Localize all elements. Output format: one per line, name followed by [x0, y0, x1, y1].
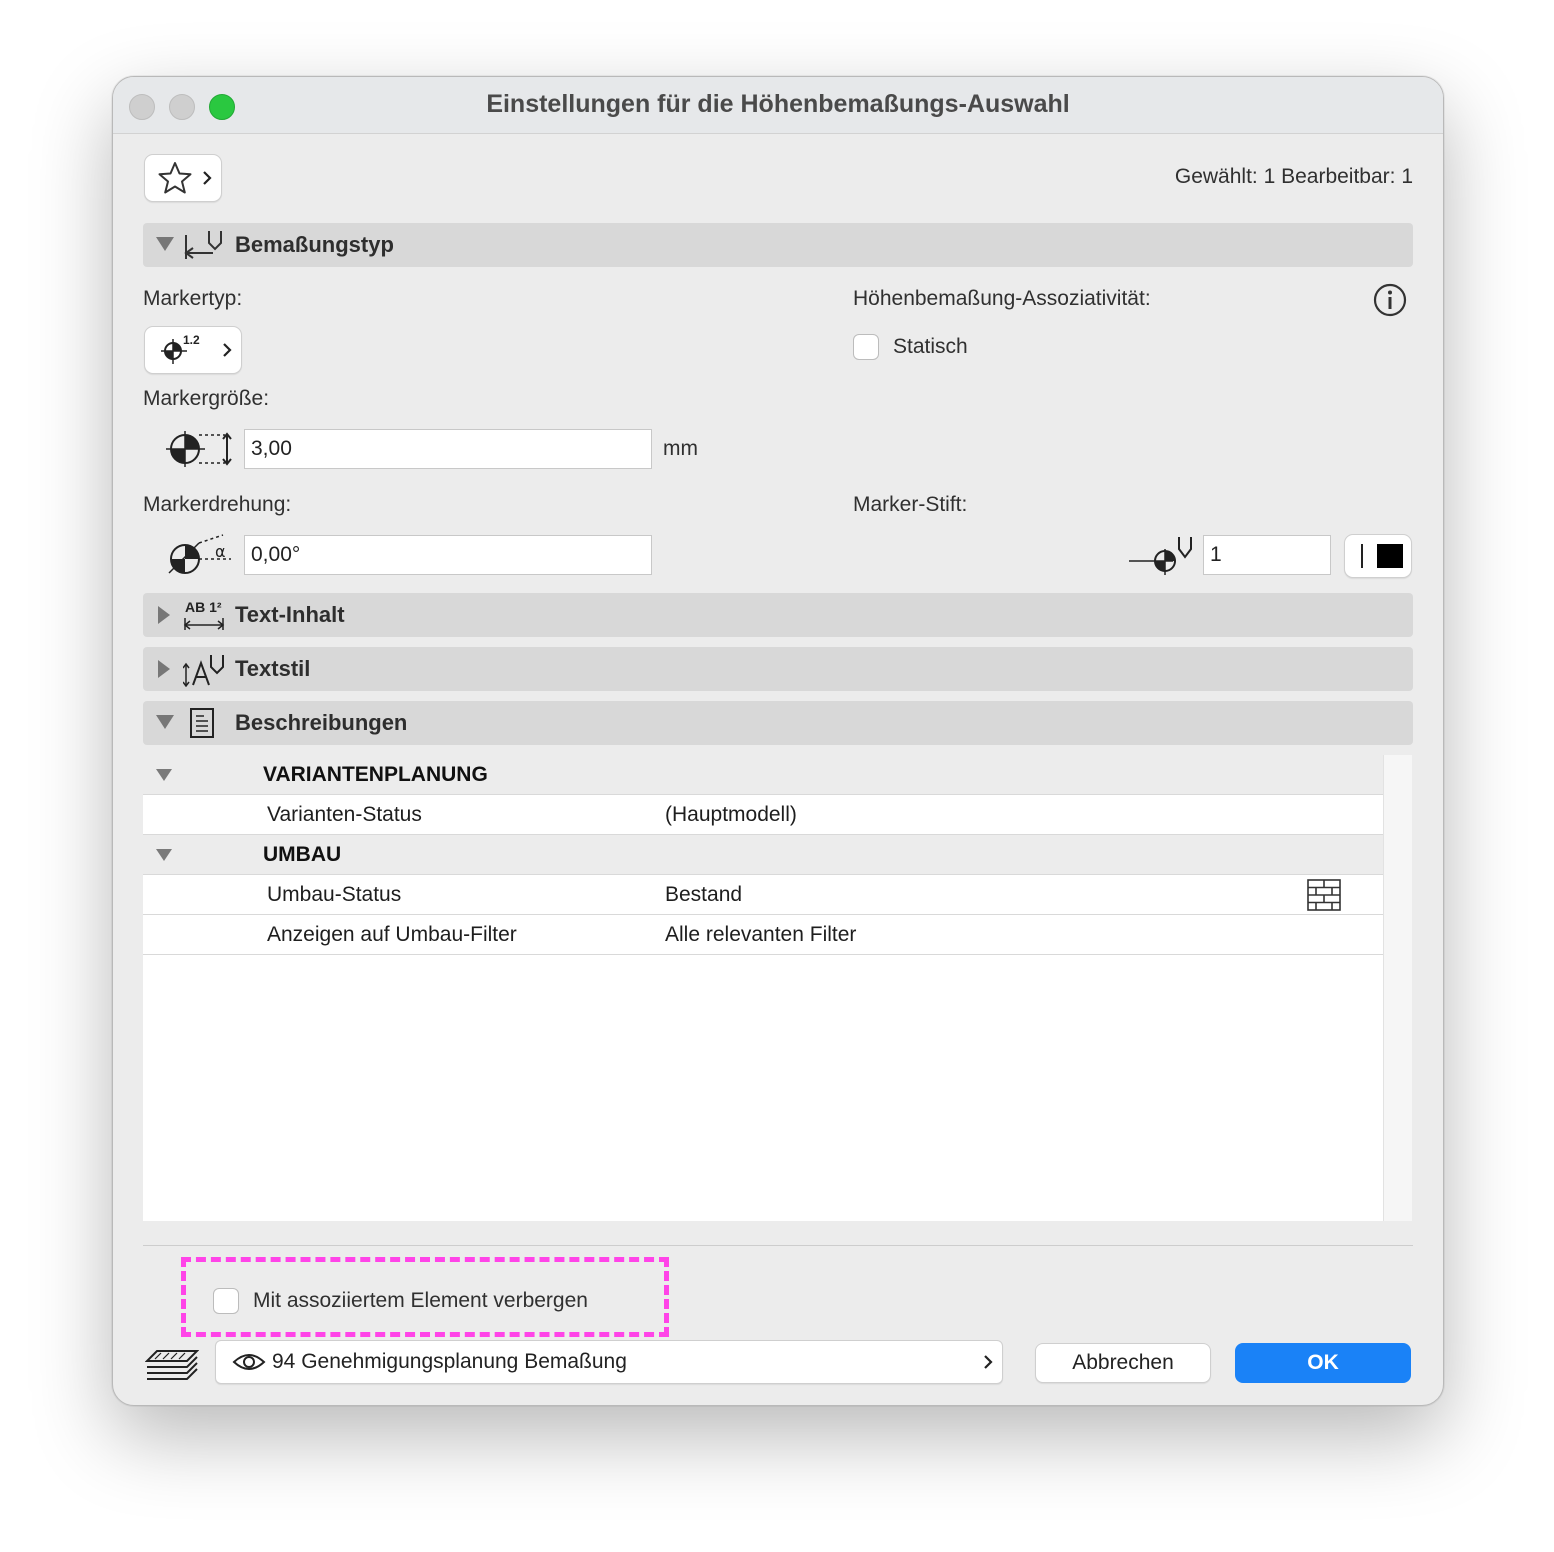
pen-weight-icon [1361, 544, 1363, 568]
property-value: Alle relevanten Filter [665, 923, 857, 946]
section-text-content[interactable]: AB 1² Text-Inhalt [143, 593, 1413, 637]
marker-rotation-label: Markerdrehung: [143, 493, 292, 516]
marker-pen-label: Marker-Stift: [853, 493, 968, 516]
text-style-icon [183, 655, 224, 687]
disclosure-open-icon [156, 237, 174, 251]
disclosure-open-icon [156, 715, 174, 729]
chevron-right-icon [984, 1355, 993, 1369]
marker-size-icon [166, 431, 232, 467]
hide-with-element-label: Mit assoziiertem Element verbergen [253, 1289, 588, 1312]
property-key: Varianten-Status [267, 803, 422, 826]
cancel-button[interactable]: Abbrechen [1035, 1343, 1211, 1383]
table-row[interactable]: Varianten-Status (Hauptmodell) [143, 795, 1383, 835]
property-key: Umbau-Status [267, 883, 402, 906]
marker-rotation-input[interactable]: 0,00° [244, 535, 652, 575]
section-dimension-type[interactable]: Bemaßungstyp [143, 223, 1413, 267]
dimension-type-icon [184, 231, 222, 259]
descriptions-table: VARIANTENPLANUNG Varianten-Status (Haupt… [143, 755, 1412, 1221]
static-label: Statisch [893, 335, 968, 358]
group-row-umbau[interactable]: UMBAU [143, 835, 1383, 875]
table-row[interactable]: Umbau-Status Bestand [143, 875, 1383, 915]
star-icon [158, 162, 192, 194]
section-title: Beschreibungen [235, 710, 408, 735]
property-value: (Hauptmodell) [665, 803, 797, 826]
ok-button[interactable]: OK [1235, 1343, 1411, 1383]
selection-info: Gewählt: 1 Bearbeitbar: 1 [1174, 165, 1413, 188]
disclosure-closed-icon [158, 660, 170, 678]
info-icon[interactable] [1373, 283, 1407, 317]
table-row[interactable]: Anzeigen auf Umbau-Filter Alle relevante… [143, 915, 1383, 955]
brick-wall-icon[interactable] [1307, 879, 1341, 911]
marker-rotation-icon: α [168, 534, 231, 574]
marker-size-input[interactable]: 3,00 [244, 429, 652, 469]
section-title: Text-Inhalt [235, 602, 345, 627]
section-title: Textstil [235, 656, 311, 681]
disclosure-open-icon [156, 769, 172, 781]
section-title: Bemaßungstyp [235, 232, 394, 257]
group-name: VARIANTENPLANUNG [263, 763, 488, 786]
chevron-right-icon [223, 343, 232, 357]
section-text-style[interactable]: Textstil [143, 647, 1413, 691]
title-bar: Einstellungen für die Höhenbemaßungs-Aus… [113, 77, 1443, 134]
marker-type-label: Markertyp: [143, 287, 243, 310]
favorites-button[interactable] [144, 154, 222, 202]
svg-text:α: α [215, 542, 226, 561]
marker-pen-input[interactable]: 1 [1203, 535, 1331, 575]
marker-pen-icon [1129, 537, 1192, 575]
hide-with-element-checkbox[interactable] [213, 1288, 239, 1314]
marker-type-button[interactable]: 1.2 [144, 326, 242, 374]
chevron-right-icon [203, 171, 212, 185]
section-descriptions[interactable]: Beschreibungen [143, 701, 1413, 745]
static-checkbox[interactable] [853, 334, 879, 360]
layer-selector[interactable]: 94 Genehmigungsplanung Bemaßung [215, 1340, 1003, 1384]
footer-divider [143, 1245, 1413, 1246]
associativity-label: Höhenbemaßung-Assoziativität: [853, 287, 1151, 310]
text-content-icon [183, 618, 225, 630]
marker-size-unit: mm [663, 437, 698, 460]
group-name: UMBAU [263, 843, 342, 866]
document-icon [190, 708, 214, 738]
text-content-icon-label: AB 1² [185, 599, 222, 615]
group-row-variantenplanung[interactable]: VARIANTENPLANUNG [143, 755, 1383, 795]
marker-icon-label: 1.2 [183, 333, 200, 347]
pen-color-button[interactable] [1344, 534, 1412, 578]
disclosure-closed-icon [158, 606, 170, 624]
table-scrollbar[interactable] [1383, 755, 1412, 1221]
property-key: Anzeigen auf Umbau-Filter [267, 923, 517, 946]
eye-icon [232, 1354, 266, 1370]
layers-icon [145, 1350, 199, 1380]
pen-color-swatch [1377, 544, 1403, 568]
marker-size-label: Markergröße: [143, 387, 270, 410]
disclosure-open-icon [156, 849, 172, 861]
window-title: Einstellungen für die Höhenbemaßungs-Aus… [486, 90, 1070, 118]
settings-dialog: Einstellungen für die Höhenbemaßungs-Aus… [112, 76, 1444, 1406]
property-value: Bestand [665, 883, 743, 906]
layer-name: 94 Genehmigungsplanung Bemaßung [272, 1350, 627, 1373]
